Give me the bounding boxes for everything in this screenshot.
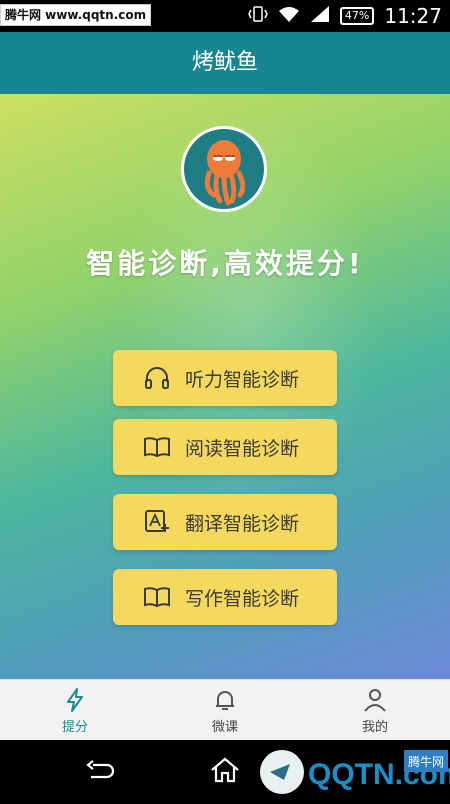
watermark: 腾牛网 www.qqtn.com bbox=[0, 4, 152, 26]
page-title: 烤鱿鱼 bbox=[191, 50, 258, 75]
back-button[interactable] bbox=[80, 752, 120, 788]
button-label: 听力智能诊断 bbox=[185, 368, 300, 391]
button-label: 写作智能诊断 bbox=[185, 587, 300, 610]
headphones-icon bbox=[143, 364, 171, 392]
hero-section: 智能诊断,高效提分! 听力智能诊断 阅读智能诊断 翻译智能诊断 写作智能诊断 bbox=[0, 94, 450, 679]
wifi-icon bbox=[278, 5, 300, 27]
battery-indicator: 47% bbox=[339, 7, 375, 25]
signal-icon bbox=[310, 5, 330, 27]
person-icon bbox=[364, 688, 386, 712]
tab-score[interactable]: 提分 bbox=[0, 680, 150, 741]
listening-diagnosis-button[interactable]: 听力智能诊断 bbox=[113, 350, 337, 406]
tab-microlesson[interactable]: 微课 bbox=[150, 680, 300, 741]
app-header: 烤鱿鱼 bbox=[0, 32, 450, 94]
tab-label: 微课 bbox=[211, 719, 238, 735]
bottom-tab-bar: 提分 微课 我的 bbox=[0, 679, 450, 741]
tab-label: 我的 bbox=[361, 719, 388, 735]
vibrate-icon bbox=[248, 4, 268, 28]
lightning-icon bbox=[67, 687, 83, 712]
qqtn-watermark-logo: QQTN.com 腾牛网 bbox=[260, 744, 450, 800]
logo-badge: 腾牛网 bbox=[408, 754, 444, 769]
bell-icon bbox=[216, 690, 234, 710]
button-label: 阅读智能诊断 bbox=[185, 437, 300, 460]
writing-diagnosis-button[interactable]: 写作智能诊断 bbox=[113, 569, 337, 625]
status-bar: 腾牛网 www.qqtn.com 47% 11:27 bbox=[0, 0, 450, 32]
translation-diagnosis-button[interactable]: 翻译智能诊断 bbox=[113, 494, 337, 550]
book-icon bbox=[143, 583, 171, 611]
clock: 11:27 bbox=[384, 4, 442, 28]
back-icon bbox=[86, 760, 115, 779]
squid-mascot-avatar bbox=[181, 126, 267, 212]
reading-diagnosis-button[interactable]: 阅读智能诊断 bbox=[113, 419, 337, 475]
translate-icon bbox=[143, 508, 171, 536]
slogan: 智能诊断,高效提分! bbox=[86, 247, 364, 280]
book-icon bbox=[143, 433, 171, 461]
button-label: 翻译智能诊断 bbox=[185, 512, 300, 535]
home-icon bbox=[211, 757, 239, 783]
tab-mine[interactable]: 我的 bbox=[300, 680, 450, 741]
home-button[interactable] bbox=[205, 752, 245, 788]
tab-label: 提分 bbox=[61, 719, 88, 735]
status-icons: 47% 11:27 bbox=[248, 0, 442, 32]
